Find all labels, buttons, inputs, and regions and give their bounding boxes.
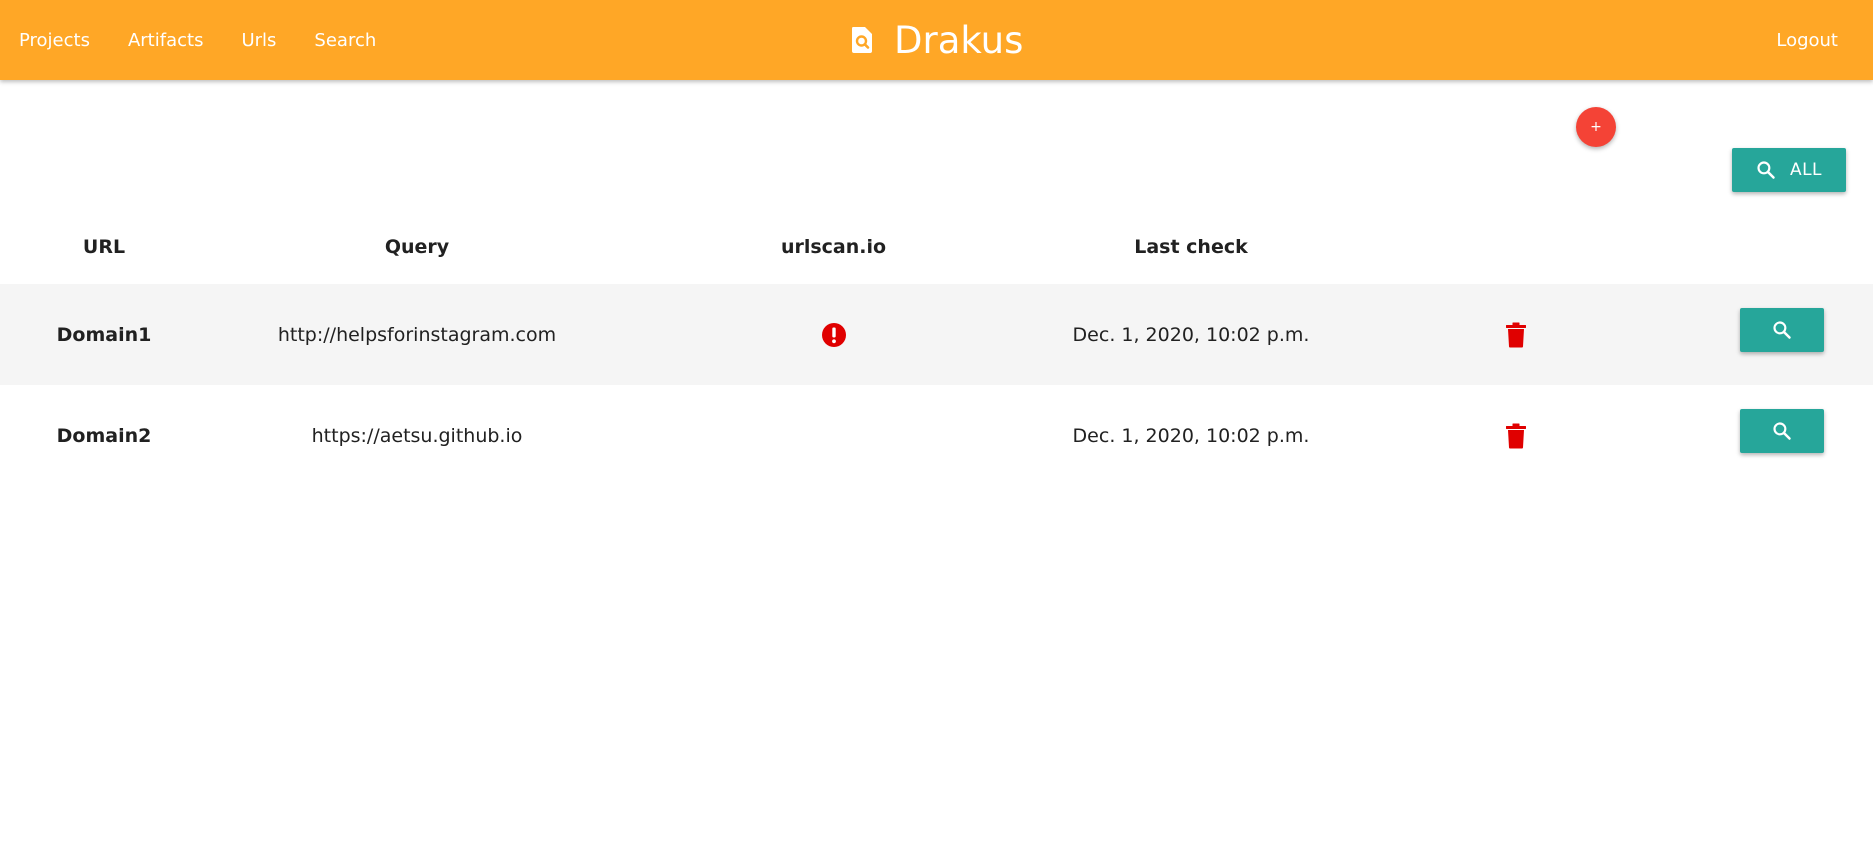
url-name-cell: Domain2 (56, 424, 152, 447)
last-check-cell: Dec. 1, 2020, 10:02 p.m. (1041, 284, 1341, 385)
nav-links: Projects Artifacts Urls Search (0, 0, 395, 80)
nav-link-urls[interactable]: Urls (222, 30, 295, 51)
action-cell (1691, 385, 1873, 486)
brand-logo[interactable]: Drakus (850, 0, 1023, 80)
delete-cell (1341, 385, 1691, 486)
exclamation-circle-icon (821, 322, 846, 347)
table-row: Domain2 https://aetsu.github.io Dec. 1, … (0, 385, 1873, 486)
brand-name: Drakus (894, 18, 1024, 62)
logout-link[interactable]: Logout (1757, 30, 1857, 51)
row-search-button[interactable] (1740, 307, 1824, 352)
add-url-button[interactable]: + (1576, 107, 1616, 147)
query-cell: http://helpsforinstagram.com (208, 284, 626, 385)
table-row: Domain1 http://helpsforinstagram.com Dec… (0, 284, 1873, 385)
header-query: Query (384, 236, 450, 258)
search-icon (1773, 421, 1791, 440)
nav-right: Logout (1757, 0, 1857, 80)
header-delete (1341, 210, 1691, 284)
trash-icon[interactable] (1505, 423, 1527, 449)
add-url-label: + (1590, 119, 1602, 135)
urls-table: URL Query urlscan.io Last check Domain1 … (0, 210, 1873, 486)
url-name-cell: Domain1 (0, 284, 208, 385)
trash-icon[interactable] (1505, 322, 1527, 348)
header-url: URL (82, 236, 126, 258)
table-header-row: URL Query urlscan.io Last check (0, 210, 1873, 284)
nav-link-search[interactable]: Search (295, 30, 395, 51)
urlscan-cell (626, 284, 1041, 385)
urlscan-cell (626, 385, 1041, 486)
top-navbar: Projects Artifacts Urls Search Drakus Lo… (0, 0, 1873, 80)
query-cell: https://aetsu.github.io (311, 424, 523, 447)
row-search-button[interactable] (1740, 408, 1824, 453)
nav-link-artifacts[interactable]: Artifacts (109, 30, 222, 51)
header-action (1691, 210, 1873, 284)
action-cell (1691, 284, 1873, 385)
nav-link-projects[interactable]: Projects (0, 30, 109, 51)
last-check-cell: Dec. 1, 2020, 10:02 p.m. (1072, 424, 1310, 447)
delete-cell (1341, 284, 1691, 385)
header-last-check: Last check (1134, 236, 1248, 258)
search-all-button[interactable]: ALL (1732, 148, 1846, 192)
header-urlscan: urlscan.io (780, 236, 887, 258)
search-document-icon (852, 27, 872, 53)
search-all-label: ALL (1789, 160, 1823, 180)
search-icon (1757, 161, 1775, 179)
search-icon (1773, 320, 1791, 339)
